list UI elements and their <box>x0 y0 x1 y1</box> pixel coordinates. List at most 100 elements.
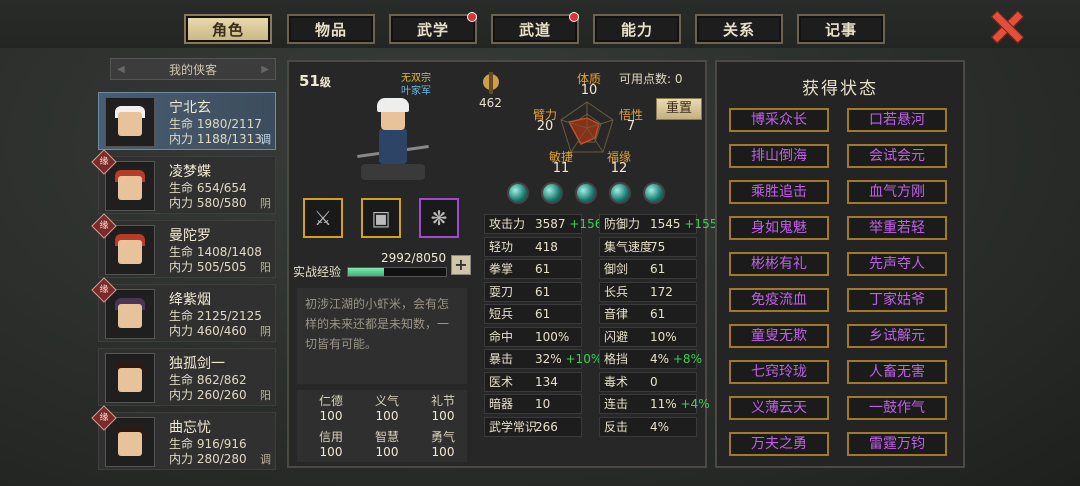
stat-value: 172 <box>650 284 673 299</box>
accessory-slot[interactable]: ❋ <box>419 198 459 238</box>
status-badge[interactable]: 会试会元 <box>847 144 947 168</box>
status-badge[interactable]: 丁家姑爷 <box>847 288 947 312</box>
stat-row: 闪避 10% <box>599 326 697 347</box>
armor-slot[interactable]: ▣ <box>361 198 401 238</box>
close-icon[interactable] <box>988 10 1022 42</box>
status-badge[interactable]: 口若悬河 <box>847 108 947 132</box>
hero-card[interactable]: 缘凌梦蝶 生命 654/654 内力 580/580 阴 <box>91 149 276 214</box>
stat-value: 61 <box>535 262 551 276</box>
hero-card[interactable]: 缘曲忘忧 生命 916/916 内力 280/280 调 <box>91 405 276 470</box>
status-panel-title: 获得状态 <box>802 79 878 99</box>
attr-minjie-value: 11 <box>552 161 570 176</box>
virtue-item: 义气 100 <box>374 394 399 423</box>
tab-label: 记事 <box>824 20 857 39</box>
stat-row: 拳掌 61 <box>484 259 582 279</box>
hero-portrait <box>105 225 155 275</box>
stat-row: 御剑 61 <box>599 259 697 279</box>
stat-value: 0 <box>650 374 658 389</box>
status-badge[interactable]: 雷霆万钧 <box>847 432 947 456</box>
orb-slot[interactable] <box>575 182 597 204</box>
orb-slot[interactable] <box>609 182 631 204</box>
stat-label: 毒术 <box>604 374 629 389</box>
stat-label: 暴击 <box>489 352 514 366</box>
hero-portrait <box>105 161 155 211</box>
tab-label: 能力 <box>620 20 653 39</box>
weapon-slot[interactable]: ⚔ <box>303 198 343 238</box>
stat-label: 长兵 <box>604 284 629 299</box>
stat-row: 长兵 172 <box>599 281 697 302</box>
status-badge[interactable]: 乘胜追击 <box>729 180 829 204</box>
stat-row: 轻功 418 <box>484 236 582 257</box>
status-badge[interactable]: 血气方刚 <box>847 180 947 204</box>
tab-bar: 角色 物品 武学 武道 能力 关系 记事 <box>0 0 1080 48</box>
stat-value: 10% <box>650 329 677 344</box>
stat-row: 反击 4% <box>599 416 697 437</box>
status-badge[interactable]: 身如鬼魅 <box>729 216 829 240</box>
status-badge[interactable]: 万夫之勇 <box>729 432 829 456</box>
status-badge[interactable]: 乡试解元 <box>847 324 947 348</box>
tab-6[interactable]: 记事 <box>797 14 885 44</box>
orb-slot[interactable] <box>541 182 563 204</box>
status-badge[interactable]: 先声夺人 <box>847 252 947 276</box>
tab-3[interactable]: 武道 <box>491 12 579 44</box>
tab-2[interactable]: 武学 <box>389 12 477 44</box>
tab-label: 关系 <box>722 20 755 39</box>
orb-slot[interactable] <box>643 182 665 204</box>
tab-4[interactable]: 能力 <box>593 14 681 44</box>
hero-name: 曲忘忧 <box>169 420 211 436</box>
virtues-box: 仁德 100 义气 100 礼节 100 信用 100 智慧 100 勇气 100 <box>297 390 467 462</box>
hero-name: 绛紫烟 <box>169 292 211 308</box>
stat-row: 连击 11% +4% <box>599 394 710 414</box>
hero-card[interactable]: 宁北玄 生命 1980/2117 内力 1188/1313 调 <box>98 92 276 150</box>
stat-value: 134 <box>535 374 558 389</box>
tab-label: 物品 <box>314 20 347 39</box>
character-description: 初涉江湖的小虾米，会有怎样的未来还都是未知数，一切皆有可能。 <box>297 288 467 384</box>
notification-dot <box>569 12 579 22</box>
status-badge[interactable]: 童叟无欺 <box>729 324 829 348</box>
stat-bonus: +4% <box>680 397 710 411</box>
stat-value: 61 <box>535 284 551 299</box>
status-panel: 获得状态 博采众长 口若悬河 排山倒海 会试会元 乘胜追击 血气方刚 身如鬼魅 举重若轻 彬彬有… <box>715 60 965 468</box>
orb-slot[interactable] <box>507 182 529 204</box>
tab-0[interactable]: 角色 <box>184 14 272 44</box>
status-badge[interactable]: 彬彬有礼 <box>729 252 829 276</box>
status-badge[interactable]: 免疫流血 <box>729 288 829 312</box>
status-badge[interactable]: 义薄云天 <box>729 396 829 420</box>
stat-row: 格挡 4% +8% <box>599 349 702 369</box>
stat-value: 1545 +1557 <box>650 217 725 231</box>
status-badge[interactable]: 举重若轻 <box>847 216 947 240</box>
status-badge[interactable]: 博采众长 <box>729 108 829 132</box>
stat-row: 音律 61 <box>599 304 697 324</box>
hero-name: 独孤剑一 <box>169 356 225 372</box>
reset-button[interactable]: 重置 <box>656 98 702 120</box>
status-badge[interactable]: 排山倒海 <box>729 144 829 168</box>
status-badge[interactable]: 七窍玲珑 <box>729 360 829 384</box>
notification-dot <box>467 12 477 22</box>
virtue-item: 勇气 100 <box>430 430 455 459</box>
exp-plus-button[interactable]: + <box>451 255 471 275</box>
tab-1[interactable]: 物品 <box>287 14 375 44</box>
hero-mp: 内力 580/580 <box>169 196 247 210</box>
hero-card[interactable]: 独孤剑一 生命 862/862 内力 260/260 阳 <box>98 348 276 406</box>
hero-mp: 内力 280/280 <box>169 452 247 466</box>
available-points: 可用点数: 0 <box>619 72 683 86</box>
hero-roster: 我的侠客 宁北玄生命 1980/2117内力 1188/1313调缘凌梦蝶生命 … <box>91 58 278 478</box>
stat-value: 100% <box>535 329 570 344</box>
stat-value: 10 <box>535 397 551 411</box>
hero-card[interactable]: 缘绛紫烟 生命 2125/2125 内力 460/460 阴 <box>91 277 276 342</box>
hero-name: 凌梦蝶 <box>169 164 211 180</box>
status-badge[interactable]: 一鼓作气 <box>847 396 947 420</box>
stat-bonus: +10% <box>565 352 603 366</box>
character-level: 51级 <box>299 72 331 90</box>
hero-card[interactable]: 缘曼陀罗 生命 1408/1408 内力 505/505 阳 <box>91 213 276 278</box>
hero-tag: 阴 <box>260 325 271 338</box>
stat-label: 格挡 <box>604 352 629 366</box>
stat-bonus: +8% <box>672 352 702 366</box>
attr-xingge-value: 7 <box>626 119 636 134</box>
hero-mp: 内力 460/460 <box>169 324 247 338</box>
stat-value: 61 <box>650 262 666 276</box>
tab-5[interactable]: 关系 <box>695 14 783 44</box>
status-badge[interactable]: 人畜无害 <box>847 360 947 384</box>
stat-value: 61 <box>535 307 551 321</box>
stat-row: 暴击 32% +10% <box>484 349 602 369</box>
